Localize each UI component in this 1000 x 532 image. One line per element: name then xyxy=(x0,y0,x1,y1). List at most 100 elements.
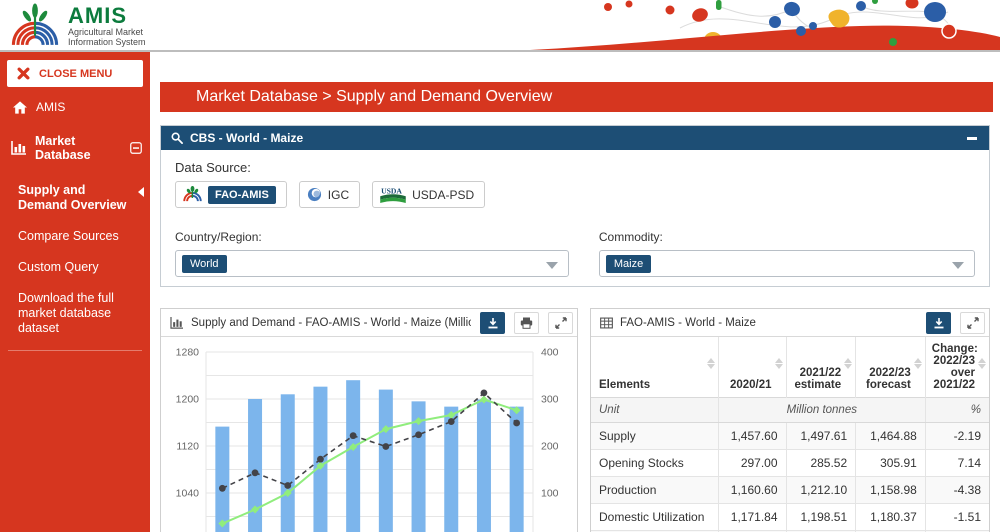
table-cell: 1,497.61 xyxy=(786,423,856,450)
chart-expand-button[interactable] xyxy=(548,312,573,334)
collapse-section-icon[interactable] xyxy=(130,142,142,154)
source-button-igc[interactable]: IGC xyxy=(299,181,360,208)
country-selected-tag[interactable]: World xyxy=(182,255,227,273)
header-decoration-banner xyxy=(530,0,1000,50)
active-item-arrow-icon xyxy=(138,187,144,197)
sidebar-item-supply-and-demand-overview[interactable]: Supply and Demand Overview xyxy=(0,175,150,221)
table-head: Elements2020/212021/22estimate2022/23for… xyxy=(591,337,989,398)
commodity-select[interactable]: Maize xyxy=(599,250,975,277)
supply-demand-table: Elements2020/212021/22estimate2022/23for… xyxy=(591,337,989,532)
sidebar-home-label: AMIS xyxy=(36,100,65,114)
sort-icon[interactable] xyxy=(978,358,986,369)
table-row[interactable]: Domestic Utilization1,171.841,198.511,18… xyxy=(591,504,989,531)
table-cell: 1,464.88 xyxy=(856,423,926,450)
chevron-down-icon xyxy=(546,262,558,269)
logo-title: AMIS xyxy=(68,5,146,27)
source-igc-label: IGC xyxy=(328,188,349,202)
supply-demand-chart[interactable]: 1280 1200 1120 1040 400 300 200 100 xyxy=(161,337,577,532)
svg-text:1200: 1200 xyxy=(176,394,200,406)
table-download-button[interactable] xyxy=(926,312,951,334)
table-cell: Supply xyxy=(591,423,718,450)
submenu-label: Download the full market database datase… xyxy=(18,291,114,335)
chart-panel-title: Supply and Demand - FAO-AMIS - World - M… xyxy=(191,317,471,329)
download-icon xyxy=(933,317,945,329)
country-region-label: Country/Region: xyxy=(175,230,569,244)
unit-label: Unit xyxy=(591,398,718,423)
column-header-change-[interactable]: Change:2022/23over2021/22 xyxy=(925,337,989,398)
svg-text:1120: 1120 xyxy=(176,441,199,453)
sort-icon[interactable] xyxy=(844,358,852,369)
logo-subtitle-1: Agricultural Market xyxy=(68,27,146,37)
unit-row: UnitMillion tonnes% xyxy=(591,398,989,423)
source-usda-psd-label: USDA-PSD xyxy=(412,188,474,202)
svg-text:USDA: USDA xyxy=(381,187,402,196)
sidebar-item-custom-query[interactable]: Custom Query xyxy=(0,252,150,283)
commodity-selected-tag[interactable]: Maize xyxy=(606,255,651,273)
main-content: Market Database > Supply and Demand Over… xyxy=(150,52,1000,532)
source-button-fao-amis[interactable]: FAO-AMIS xyxy=(175,181,287,208)
search-icon xyxy=(171,132,183,144)
fao-amis-logo-icon xyxy=(183,186,202,203)
home-icon xyxy=(13,101,27,114)
filter-panel-title: CBS - World - Maize xyxy=(190,131,958,145)
column-header-elements[interactable]: Elements xyxy=(591,337,718,398)
sidebar-section-market-database[interactable]: Market Database xyxy=(0,123,150,173)
column-header-2022-23[interactable]: 2022/23forecast xyxy=(856,337,926,398)
table-cell: 1,180.37 xyxy=(856,504,926,531)
svg-text:400: 400 xyxy=(541,347,559,359)
submenu-label: Compare Sources xyxy=(18,229,119,243)
svg-text:200: 200 xyxy=(541,441,559,453)
table-panel-header: FAO-AMIS - World - Maize xyxy=(591,309,989,337)
table-cell: -4.38 xyxy=(925,477,989,504)
close-menu-label: CLOSE MENU xyxy=(39,68,112,80)
collapse-panel-button[interactable] xyxy=(965,131,979,145)
chart-print-button[interactable] xyxy=(514,312,539,334)
download-icon xyxy=(487,317,499,329)
sidebar-item-compare-sources[interactable]: Compare Sources xyxy=(0,221,150,252)
table-panel: FAO-AMIS - World - Maize Elements2020 xyxy=(590,308,990,532)
chart-panel-header: Supply and Demand - FAO-AMIS - World - M… xyxy=(161,309,577,337)
table-row[interactable]: Opening Stocks297.00285.52305.917.14 xyxy=(591,450,989,477)
table-cell: -1.51 xyxy=(925,504,989,531)
filter-panel-header: CBS - World - Maize xyxy=(161,126,989,150)
source-button-usda-psd[interactable]: USDA USDA-PSD xyxy=(372,181,485,208)
submenu-label: Custom Query xyxy=(18,260,99,274)
table-cell: -2.19 xyxy=(925,423,989,450)
igc-logo-icon xyxy=(307,187,322,202)
chart-icon xyxy=(170,317,184,329)
logo-subtitle-2: Information System xyxy=(68,37,146,47)
print-icon xyxy=(520,317,533,329)
table-row[interactable]: Supply1,457.601,497.611,464.88-2.19 xyxy=(591,423,989,450)
column-header-2021-22[interactable]: 2021/22estimate xyxy=(786,337,856,398)
table-cell: 1,198.51 xyxy=(786,504,856,531)
source-fao-amis-label: FAO-AMIS xyxy=(208,186,276,204)
country-region-select[interactable]: World xyxy=(175,250,569,277)
sort-icon[interactable] xyxy=(914,358,922,369)
sort-icon[interactable] xyxy=(775,358,783,369)
svg-text:300: 300 xyxy=(541,394,559,406)
sidebar: CLOSE MENU AMIS Market Database Supply xyxy=(0,52,150,532)
data-source-label: Data Source: xyxy=(175,160,975,175)
column-header-2020-21[interactable]: 2020/21 xyxy=(718,337,786,398)
sidebar-item-amis-home[interactable]: AMIS xyxy=(0,91,150,123)
close-icon xyxy=(17,67,30,80)
table-cell: Opening Stocks xyxy=(591,450,718,477)
close-menu-button[interactable]: CLOSE MENU xyxy=(7,60,143,87)
table-cell: 305.91 xyxy=(856,450,926,477)
minus-icon xyxy=(967,137,977,140)
top-header: AMIS Agricultural Market Information Sys… xyxy=(0,0,1000,52)
breadcrumb: Market Database > Supply and Demand Over… xyxy=(160,82,993,112)
svg-text:1280: 1280 xyxy=(176,347,200,359)
table-cell: Production xyxy=(591,477,718,504)
svg-text:100: 100 xyxy=(541,488,559,500)
sort-icon[interactable] xyxy=(707,358,715,369)
sidebar-item-download-dataset[interactable]: Download the full market database datase… xyxy=(0,283,150,344)
page: AMIS Agricultural Market Information Sys… xyxy=(0,0,1000,532)
chart-download-button[interactable] xyxy=(480,312,505,334)
table-expand-button[interactable] xyxy=(960,312,985,334)
table-cell: 285.52 xyxy=(786,450,856,477)
table-cell: 1,160.60 xyxy=(718,477,786,504)
svg-text:1040: 1040 xyxy=(176,488,200,500)
table-row[interactable]: Production1,160.601,212.101,158.98-4.38 xyxy=(591,477,989,504)
sidebar-divider xyxy=(8,350,142,351)
